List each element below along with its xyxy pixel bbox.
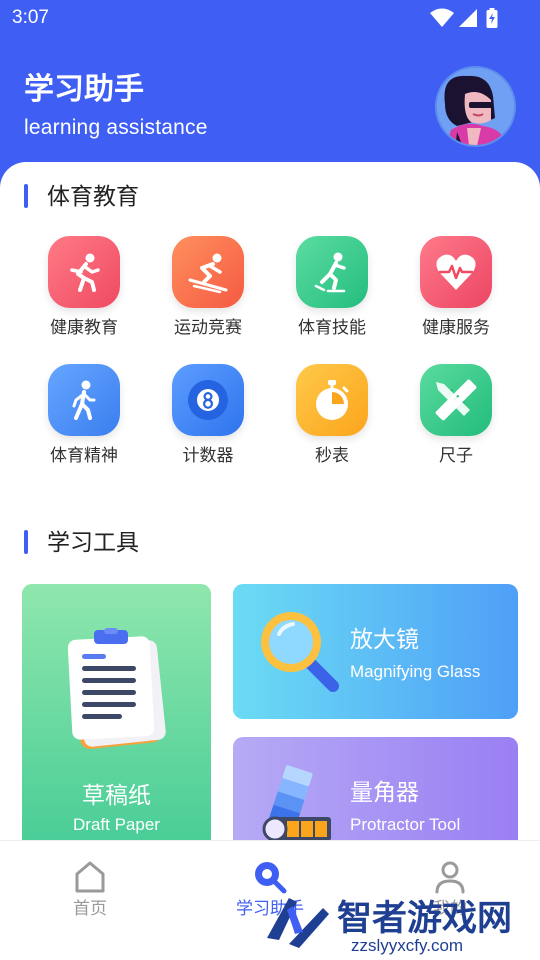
sport-item-sports-skills[interactable]: 体育技能 [270,236,394,356]
watermark-text: 智者游戏网 [337,899,513,939]
avatar-illustration [437,68,514,145]
wifi-icon [430,8,454,27]
watermark: 智者游戏网 zzslyyxcfy.com [255,880,540,960]
sport-item-competition[interactable]: 运动竞赛 [146,236,270,356]
protractor-card[interactable]: 量角器 Protractor Tool [233,737,518,842]
home-icon [75,861,105,893]
status-time: 3:07 [12,7,49,28]
sport-item-counter[interactable]: 计数器 [146,364,270,484]
running-icon [48,236,120,308]
sport-item-ruler[interactable]: 尺子 [394,364,518,484]
watermark-url: zzslyyxcfy.com [351,936,464,955]
sports-section-heading: 体育教育 [47,184,139,210]
sport-item-health-education[interactable]: 健康教育 [22,236,146,356]
avatar[interactable] [435,66,516,147]
walking-icon [48,364,120,436]
stopwatch-icon [296,364,368,436]
eight-ball-icon [172,364,244,436]
magnifier-icon [261,612,339,692]
sport-label: 健康教育 [50,318,118,338]
color-swatch-icon [262,765,331,842]
nav-item-home[interactable]: 首页 [0,841,180,960]
protractor-title: 量角器 [350,780,419,806]
sport-label: 计数器 [182,446,234,466]
skating-icon [296,236,368,308]
sport-label: 体育精神 [50,446,118,466]
sport-label: 尺子 [439,446,473,466]
sport-label: 体育技能 [298,318,366,338]
sport-item-sports-spirit[interactable]: 体育精神 [22,364,146,484]
section-accent-bar [24,184,28,208]
watermark-logo [267,898,329,948]
sport-label: 运动竞赛 [174,318,242,338]
sport-item-stopwatch[interactable]: 秒表 [270,364,394,484]
tools-section-heading: 学习工具 [47,530,139,556]
app-subtitle: learning assistance [24,116,208,139]
main-content: 体育教育 健康教育 运动竞赛 体育技能 健康服务 体育精神 计数器 秒表 尺子 … [0,162,540,842]
skiing-icon [172,236,244,308]
clipboard-icon [67,628,166,749]
sport-item-health-service[interactable]: 健康服务 [394,236,518,356]
status-bar: 3:07 [0,0,540,36]
status-icons [430,8,502,28]
magnifying-glass-card[interactable]: 放大镜 Magnifying Glass [233,584,518,719]
draft-paper-subtitle: Draft Paper [73,815,160,834]
draft-paper-title: 草稿纸 [82,783,151,809]
app-title: 学习助手 [24,72,144,107]
ruler-pencil-icon [420,364,492,436]
section-accent-bar [24,530,28,554]
sport-label: 健康服务 [422,318,490,338]
nav-label-home: 首页 [73,899,107,919]
protractor-subtitle: Protractor Tool [350,815,461,834]
signal-icon [459,9,477,27]
battery-icon [486,8,498,28]
magnifying-glass-subtitle: Magnifying Glass [350,662,481,681]
draft-paper-card[interactable]: 草稿纸 Draft Paper [22,584,211,842]
magnifying-glass-title: 放大镜 [350,627,419,653]
sport-label: 秒表 [315,446,349,466]
heart-pulse-icon [420,236,492,308]
